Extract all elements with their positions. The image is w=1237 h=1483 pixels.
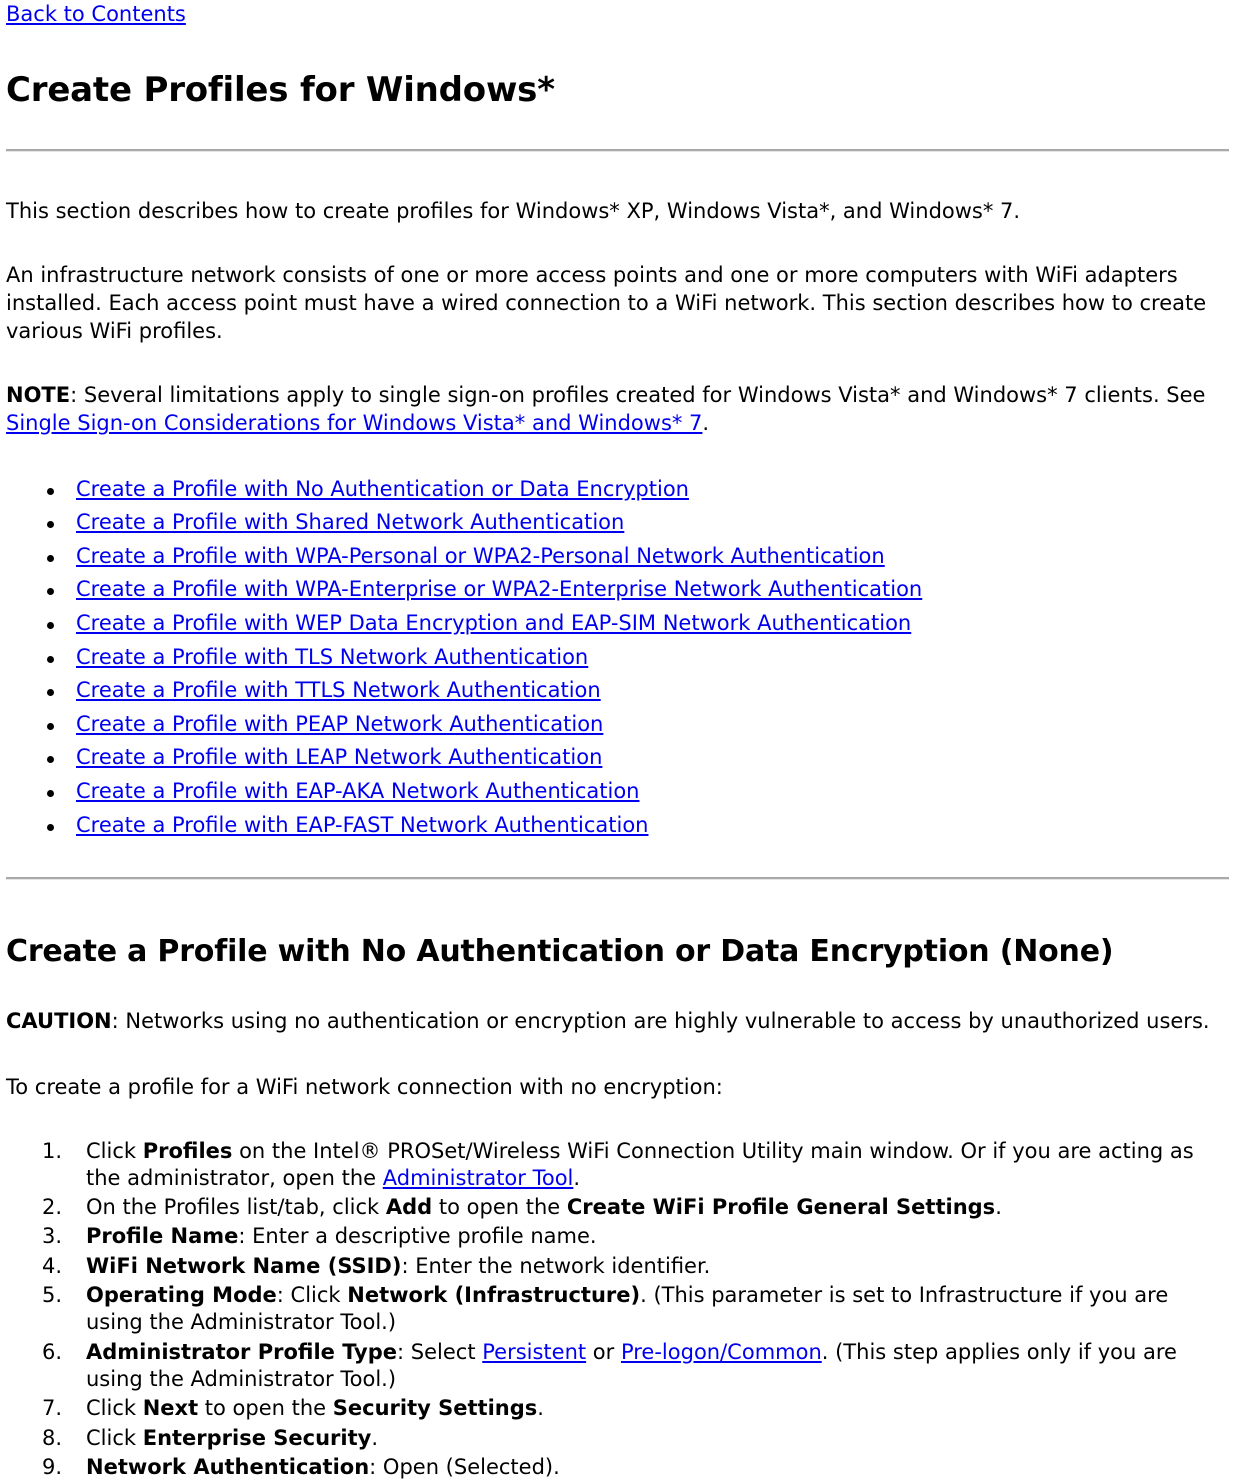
step-3: Profile Name: Enter a descriptive profil… (6, 1223, 1229, 1251)
section-heading: Create a Profile with No Authentication … (6, 934, 1114, 970)
step-6-bold-admin-profile-type: Administrator Profile Type (86, 1339, 398, 1364)
step-1-text-c: on the Intel® PROSet/Wireless WiFi Conne… (86, 1138, 1194, 1190)
list-item: Create a Profile with WPA-Enterprise or … (6, 577, 1229, 603)
step-9-text-c: : Open (Selected). (369, 1454, 560, 1479)
list-item: Create a Profile with WPA-Personal or WP… (6, 544, 1229, 570)
breadcrumb: Back to Contents (6, 0, 1229, 29)
step-7-bold-next: Next (142, 1396, 199, 1421)
step-3-bold-profile-name: Profile Name (86, 1224, 239, 1249)
list-item: Create a Profile with TTLS Network Authe… (6, 678, 1229, 704)
profile-link-no-authentication[interactable]: Create a Profile with No Authentication … (76, 477, 689, 501)
step-5-bold-operating-mode: Operating Mode (86, 1283, 277, 1308)
step-6: Administrator Profile Type: Select Persi… (6, 1339, 1229, 1394)
list-item: Create a Profile with Shared Network Aut… (6, 510, 1229, 536)
page-title: Create Profiles for Windows* (6, 69, 555, 110)
profile-link-eap-fast[interactable]: Create a Profile with EAP-FAST Network A… (76, 813, 648, 837)
list-item: Create a Profile with EAP-AKA Network Au… (6, 779, 1229, 805)
step-8-text-a: Click (86, 1425, 143, 1450)
step-4-bold-ssid: WiFi Network Name (SSID) (86, 1253, 402, 1278)
profile-link-ttls[interactable]: Create a Profile with TTLS Network Authe… (76, 678, 601, 702)
step-1-bold-profiles: Profiles (142, 1138, 233, 1163)
profile-link-tls[interactable]: Create a Profile with TLS Network Authen… (76, 645, 588, 669)
step-5: Operating Mode: Click Network (Infrastru… (6, 1282, 1229, 1337)
list-item: Create a Profile with PEAP Network Authe… (6, 712, 1229, 738)
profile-link-peap[interactable]: Create a Profile with PEAP Network Authe… (76, 712, 603, 736)
step-2-text-a: On the Profiles list/tab, click (86, 1195, 386, 1220)
profile-link-leap[interactable]: Create a Profile with LEAP Network Authe… (76, 745, 602, 769)
note-paragraph: NOTE: Several limitations apply to singl… (6, 382, 1229, 438)
list-item: Create a Profile with No Authentication … (6, 477, 1229, 503)
step-8: Click Enterprise Security. (6, 1425, 1229, 1453)
step-8-text-c: . (371, 1425, 379, 1450)
step-1: Click Profiles on the Intel® PROSet/Wire… (6, 1138, 1229, 1193)
single-sign-on-considerations-link[interactable]: Single Sign-on Considerations for Window… (6, 411, 702, 435)
step-8-bold-enterprise-security: Enterprise Security (142, 1425, 372, 1450)
step-2-bold-add: Add (385, 1195, 433, 1220)
step-2-text-c: to open the (432, 1195, 567, 1220)
step-7-text-c: to open the (198, 1396, 333, 1421)
profile-link-eap-aka[interactable]: Create a Profile with EAP-AKA Network Au… (76, 779, 639, 803)
divider-section (6, 877, 1229, 881)
to-create-paragraph: To create a profile for a WiFi network c… (6, 1074, 723, 1099)
document-page: Back to Contents Create Profiles for Win… (0, 0, 1237, 1481)
note-label: NOTE (6, 382, 71, 407)
caution-text: : Networks using no authentication or en… (111, 1008, 1210, 1033)
list-item: Create a Profile with WEP Data Encryptio… (6, 611, 1229, 637)
profile-link-wpa-personal[interactable]: Create a Profile with WPA-Personal or WP… (76, 544, 885, 568)
profile-link-shared[interactable]: Create a Profile with Shared Network Aut… (76, 510, 624, 534)
step-1-text-a: Click (86, 1138, 143, 1163)
step-2-text-d: . (995, 1195, 1002, 1220)
pre-logon-common-link[interactable]: Pre-logon/Common (621, 1340, 822, 1364)
step-5-bold-network-infrastructure: Network (Infrastructure) (347, 1283, 641, 1308)
administrator-tool-link[interactable]: Administrator Tool (383, 1166, 574, 1190)
list-item: Create a Profile with LEAP Network Authe… (6, 745, 1229, 771)
step-7-text-d: . (537, 1396, 544, 1421)
list-item: Create a Profile with TLS Network Authen… (6, 645, 1229, 671)
step-6-text-d: or (586, 1339, 621, 1364)
step-6-text-c: : Select (397, 1339, 483, 1364)
step-5-text-c: : Click (276, 1283, 348, 1308)
step-2-bold-create-wifi-profile: Create WiFi Profile General Settings (566, 1195, 996, 1220)
persistent-link[interactable]: Persistent (482, 1340, 586, 1364)
list-item: Create a Profile with EAP-FAST Network A… (6, 813, 1229, 839)
profile-link-wpa-enterprise[interactable]: Create a Profile with WPA-Enterprise or … (76, 577, 922, 601)
caution-label: CAUTION (6, 1008, 112, 1033)
intro-paragraph: This section describes how to create pro… (6, 199, 1021, 224)
step-4-text-c: : Enter the network identifier. (401, 1253, 711, 1278)
step-9-bold-network-authentication: Network Authentication (86, 1454, 370, 1479)
caution-paragraph: CAUTION: Networks using no authenticatio… (6, 1008, 1229, 1036)
step-3-text-c: : Enter a descriptive profile name. (238, 1224, 597, 1249)
divider-top (6, 149, 1229, 153)
note-text-after: . (702, 410, 710, 435)
note-text-before: : Several limitations apply to single si… (70, 382, 1206, 407)
profile-links-list: Create a Profile with No Authentication … (6, 477, 1229, 839)
step-7-bold-security-settings: Security Settings (332, 1396, 538, 1421)
step-7-text-a: Click (86, 1396, 143, 1421)
step-7: Click Next to open the Security Settings… (6, 1395, 1229, 1423)
back-to-contents-link[interactable]: Back to Contents (6, 2, 186, 26)
profile-link-wep-eap-sim[interactable]: Create a Profile with WEP Data Encryptio… (76, 611, 911, 635)
infrastructure-paragraph: An infrastructure network consists of on… (6, 262, 1207, 343)
step-4: WiFi Network Name (SSID): Enter the netw… (6, 1253, 1229, 1281)
step-2: On the Profiles list/tab, click Add to o… (6, 1194, 1229, 1222)
steps-list: Click Profiles on the Intel® PROSet/Wire… (6, 1138, 1229, 1482)
step-9: Network Authentication: Open (Selected). (6, 1454, 1229, 1482)
step-1-text-d: . (573, 1165, 581, 1190)
